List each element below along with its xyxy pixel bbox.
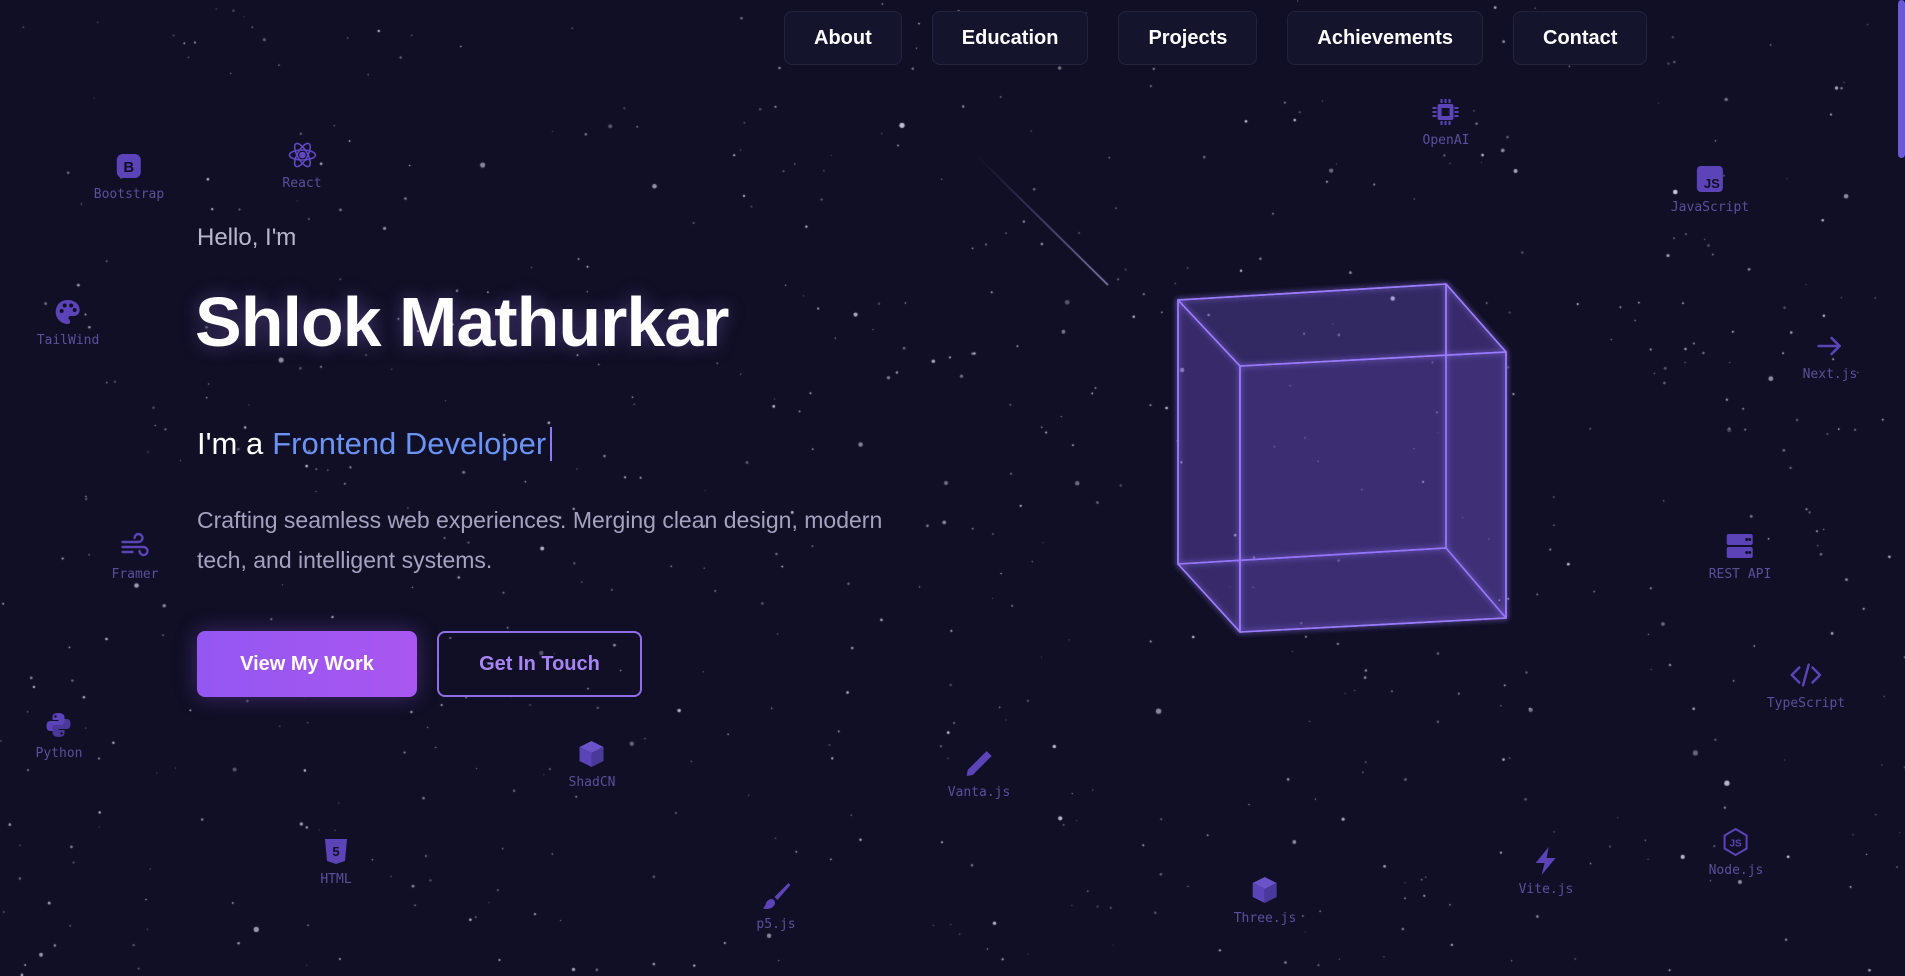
hero-greeting: Hello, I'm <box>197 224 297 251</box>
tech-badge-bootstrap: B Bootstrap <box>94 150 164 202</box>
chip-icon <box>1430 96 1462 128</box>
tech-badge-react: React <box>282 139 322 191</box>
bootstrap-icon: B <box>113 150 145 182</box>
tech-badge-nodejs: JS Node.js <box>1708 826 1764 878</box>
tech-label: Vite.js <box>1518 882 1574 897</box>
tech-label: Vanta.js <box>947 785 1011 800</box>
tech-label: REST API <box>1708 567 1772 582</box>
tech-badge-openai: OpenAI <box>1422 96 1470 148</box>
tech-badge-rest-api: REST API <box>1708 530 1772 582</box>
tech-label: TailWind <box>36 333 100 348</box>
html5-icon: 5 <box>320 835 352 867</box>
pen-icon <box>963 748 995 780</box>
top-navigation: About Education Projects Achievements Co… <box>784 11 1648 65</box>
tech-badge-nextjs: Next.js <box>1802 330 1858 382</box>
hero-role-highlight: Frontend Developer <box>272 426 547 461</box>
tech-label: Three.js <box>1233 911 1297 926</box>
wind-icon <box>119 530 151 562</box>
tech-label: OpenAI <box>1422 133 1470 148</box>
tech-label: Node.js <box>1708 863 1764 878</box>
tech-badge-framer: Framer <box>111 530 159 582</box>
cube-icon <box>1249 874 1281 906</box>
tech-label: HTML <box>320 872 352 887</box>
hero-role-line: I'm a Frontend Developer <box>197 426 553 462</box>
hero-name: Shlok Mathurkar <box>195 283 729 361</box>
nav-contact-button[interactable]: Contact <box>1513 11 1648 65</box>
react-icon <box>286 139 318 171</box>
box-icon <box>576 738 608 770</box>
tech-badge-shadcn: ShadCN <box>568 738 616 790</box>
tech-label: TypeScript <box>1766 696 1846 711</box>
python-icon <box>43 709 75 741</box>
nav-achievements-button[interactable]: Achievements <box>1287 11 1483 65</box>
tech-badge-vantajs: Vanta.js <box>947 748 1011 800</box>
svg-text:B: B <box>124 159 135 176</box>
server-icon <box>1724 530 1756 562</box>
hero-description: Crafting seamless web experiences. Mergi… <box>197 507 883 573</box>
tech-label: Next.js <box>1802 367 1858 382</box>
tech-badge-tailwind: TailWind <box>36 296 100 348</box>
tech-label: Bootstrap <box>93 187 165 202</box>
tech-label: React <box>282 176 322 191</box>
tech-label: Python <box>35 746 83 761</box>
tech-badge-python: Python <box>35 709 83 761</box>
bolt-icon <box>1530 845 1562 877</box>
tech-badge-vitejs: Vite.js <box>1518 845 1574 897</box>
tech-label: JavaScript <box>1670 200 1750 215</box>
hero-role-prefix: I'm a <box>197 426 264 461</box>
code-icon <box>1790 659 1822 691</box>
nav-projects-button[interactable]: Projects <box>1118 11 1258 65</box>
tech-label: Framer <box>111 567 159 582</box>
typing-cursor <box>550 427 553 461</box>
palette-icon <box>52 296 84 328</box>
tech-label: ShadCN <box>568 775 616 790</box>
tech-badge-threejs: Three.js <box>1233 874 1297 926</box>
wireframe-cube-graphic <box>1177 283 1507 633</box>
get-in-touch-button[interactable]: Get In Touch <box>437 631 642 697</box>
svg-text:JS: JS <box>1730 839 1743 850</box>
tech-badge-p5js: p5.js <box>756 880 796 932</box>
tech-label: p5.js <box>756 917 796 932</box>
scrollbar-thumb[interactable] <box>1898 0 1905 158</box>
nav-education-button[interactable]: Education <box>931 11 1089 65</box>
svg-text:JS: JS <box>1704 176 1720 191</box>
nodejs-icon: JS <box>1720 826 1752 858</box>
view-my-work-button[interactable]: View My Work <box>197 631 417 697</box>
brush-icon <box>760 880 792 912</box>
arrow-right-icon <box>1814 330 1846 362</box>
nav-about-button[interactable]: About <box>784 11 902 65</box>
tech-badge-typescript: TypeScript <box>1767 659 1845 711</box>
tech-badge-javascript: JS JavaScript <box>1671 163 1749 215</box>
tech-badge-html: 5 HTML <box>320 835 352 887</box>
svg-text:5: 5 <box>332 844 339 859</box>
javascript-icon: JS <box>1694 163 1726 195</box>
